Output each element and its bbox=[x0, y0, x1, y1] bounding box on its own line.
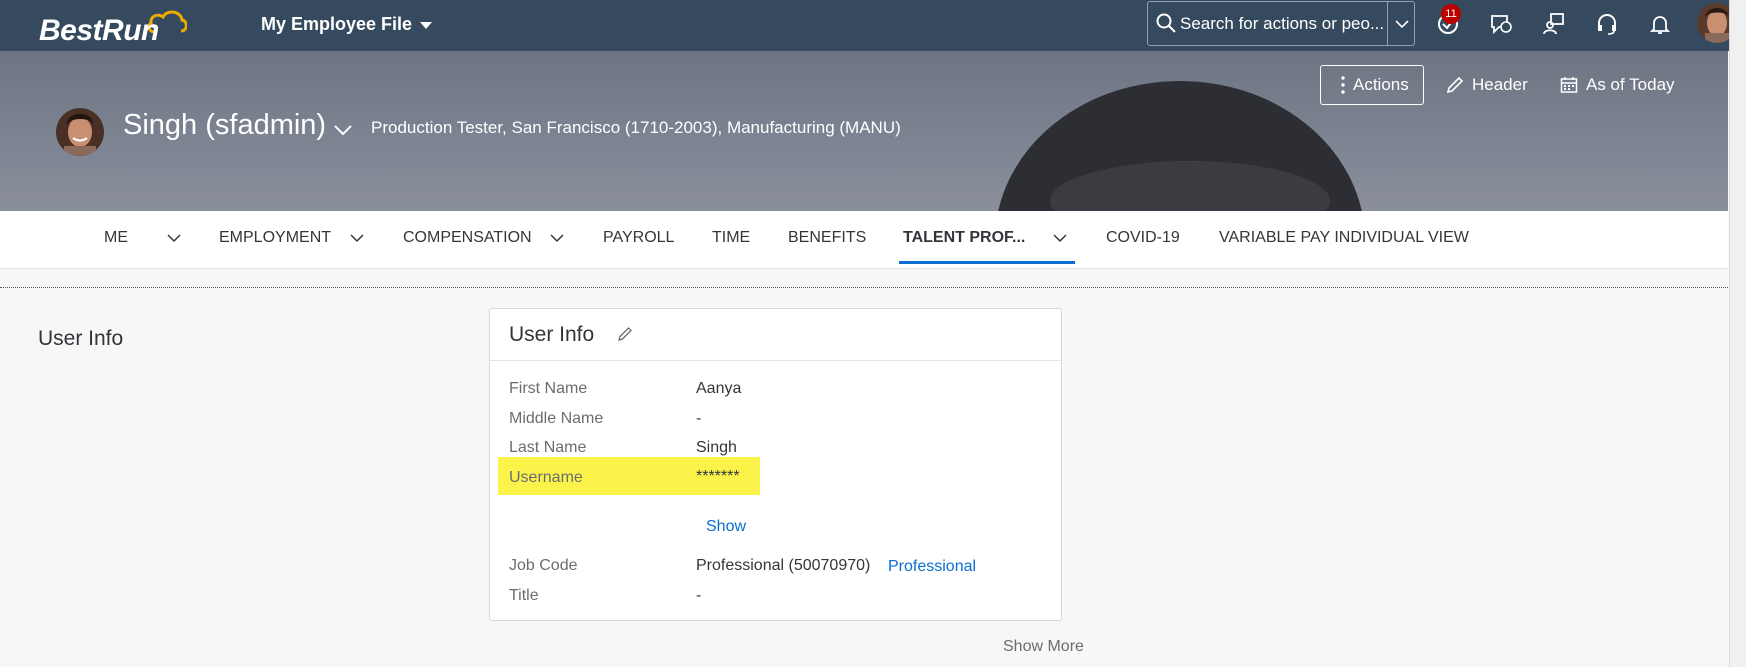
card-header-divider bbox=[490, 360, 1061, 361]
tab-me[interactable]: ME bbox=[104, 229, 128, 247]
last-name-label: Last Name bbox=[509, 439, 587, 456]
app-menu-button[interactable]: My Employee File bbox=[261, 14, 433, 35]
card-title: User Info bbox=[509, 323, 595, 346]
as-of-label: As of Today bbox=[1586, 75, 1675, 94]
employee-avatar bbox=[56, 108, 104, 156]
show-username-link[interactable]: Show bbox=[706, 518, 746, 536]
section-title: User Info bbox=[38, 327, 124, 350]
tab-time[interactable]: TIME bbox=[712, 229, 750, 247]
chevron-down-icon[interactable] bbox=[549, 232, 565, 244]
chevron-down-icon[interactable] bbox=[1052, 232, 1068, 244]
pencil-icon bbox=[1446, 76, 1464, 94]
search-divider bbox=[1387, 2, 1388, 45]
header-edit-button[interactable]: Header bbox=[1446, 65, 1528, 105]
first-name-label: First Name bbox=[509, 380, 588, 397]
tab-employment[interactable]: EMPLOYMENT bbox=[219, 229, 331, 247]
last-name-value: Singh bbox=[696, 439, 737, 456]
username-value: ******* bbox=[696, 468, 740, 485]
show-more-link[interactable]: Show More bbox=[1003, 638, 1084, 656]
tab-payroll[interactable]: PAYROLL bbox=[603, 229, 674, 247]
first-name-value: Aanya bbox=[696, 380, 742, 397]
calendar-icon bbox=[1560, 77, 1578, 93]
tab-compensation[interactable]: COMPENSATION bbox=[403, 229, 532, 247]
middle-name-label: Middle Name bbox=[509, 410, 604, 427]
job-code-label: Job Code bbox=[509, 557, 578, 574]
section-divider bbox=[0, 287, 1728, 288]
company-logo[interactable]: BestRun bbox=[37, 6, 187, 48]
as-of-date-button[interactable]: As of Today bbox=[1560, 65, 1675, 105]
employee-header: Actions Header As of Today Singh (sfadmi… bbox=[0, 51, 1728, 211]
shell-bar: BestRun My Employee File Search for acti… bbox=[0, 0, 1737, 51]
employee-subtitle: Production Tester, San Francisco (1710-2… bbox=[371, 118, 901, 137]
caret-down-icon bbox=[420, 22, 433, 29]
chat-icon[interactable] bbox=[1489, 12, 1513, 36]
tab-benefits[interactable]: BENEFITS bbox=[788, 229, 866, 247]
more-icon bbox=[1341, 76, 1345, 94]
job-code-value: Professional (50070970) bbox=[696, 557, 871, 574]
chevron-down-icon[interactable] bbox=[1394, 16, 1410, 32]
chevron-down-icon[interactable] bbox=[333, 123, 353, 137]
job-code-link[interactable]: Professional bbox=[888, 558, 976, 576]
people-connect-icon[interactable] bbox=[1542, 12, 1566, 36]
employee-name: Singh (sfadmin) bbox=[123, 109, 327, 141]
tab-talent-profile[interactable]: TALENT PROF... bbox=[903, 229, 1025, 247]
tab-covid-19[interactable]: COVID-19 bbox=[1106, 229, 1180, 247]
tab-bar: ME EMPLOYMENT COMPENSATION PAYROLL TIME … bbox=[0, 211, 1728, 269]
active-tab-indicator bbox=[899, 261, 1075, 264]
username-label: Username bbox=[509, 469, 583, 486]
title-value: - bbox=[696, 587, 702, 604]
middle-name-value: - bbox=[696, 410, 702, 427]
notification-badge: 11 bbox=[1441, 4, 1461, 24]
pencil-icon[interactable] bbox=[617, 326, 633, 342]
bell-icon[interactable] bbox=[1648, 12, 1672, 36]
vertical-scrollbar[interactable] bbox=[1729, 0, 1746, 667]
search-input[interactable]: Search for actions or peo... bbox=[1180, 14, 1384, 34]
headset-icon[interactable] bbox=[1595, 12, 1619, 36]
actions-label: Actions bbox=[1353, 75, 1409, 94]
tab-variable-pay-individual-view[interactable]: VARIABLE PAY INDIVIDUAL VIEW bbox=[1219, 229, 1469, 247]
chevron-down-icon[interactable] bbox=[349, 232, 365, 244]
chevron-down-icon[interactable] bbox=[166, 232, 182, 244]
search-icon bbox=[1156, 13, 1176, 33]
search-field[interactable]: Search for actions or peo... bbox=[1147, 1, 1415, 46]
header-label: Header bbox=[1472, 75, 1528, 94]
app-menu-label: My Employee File bbox=[261, 14, 413, 34]
logo-text: BestRun bbox=[39, 14, 159, 47]
title-label: Title bbox=[509, 587, 539, 604]
actions-button[interactable]: Actions bbox=[1320, 65, 1424, 105]
user-info-card: User Info First Name Aanya Middle Name -… bbox=[489, 308, 1062, 621]
